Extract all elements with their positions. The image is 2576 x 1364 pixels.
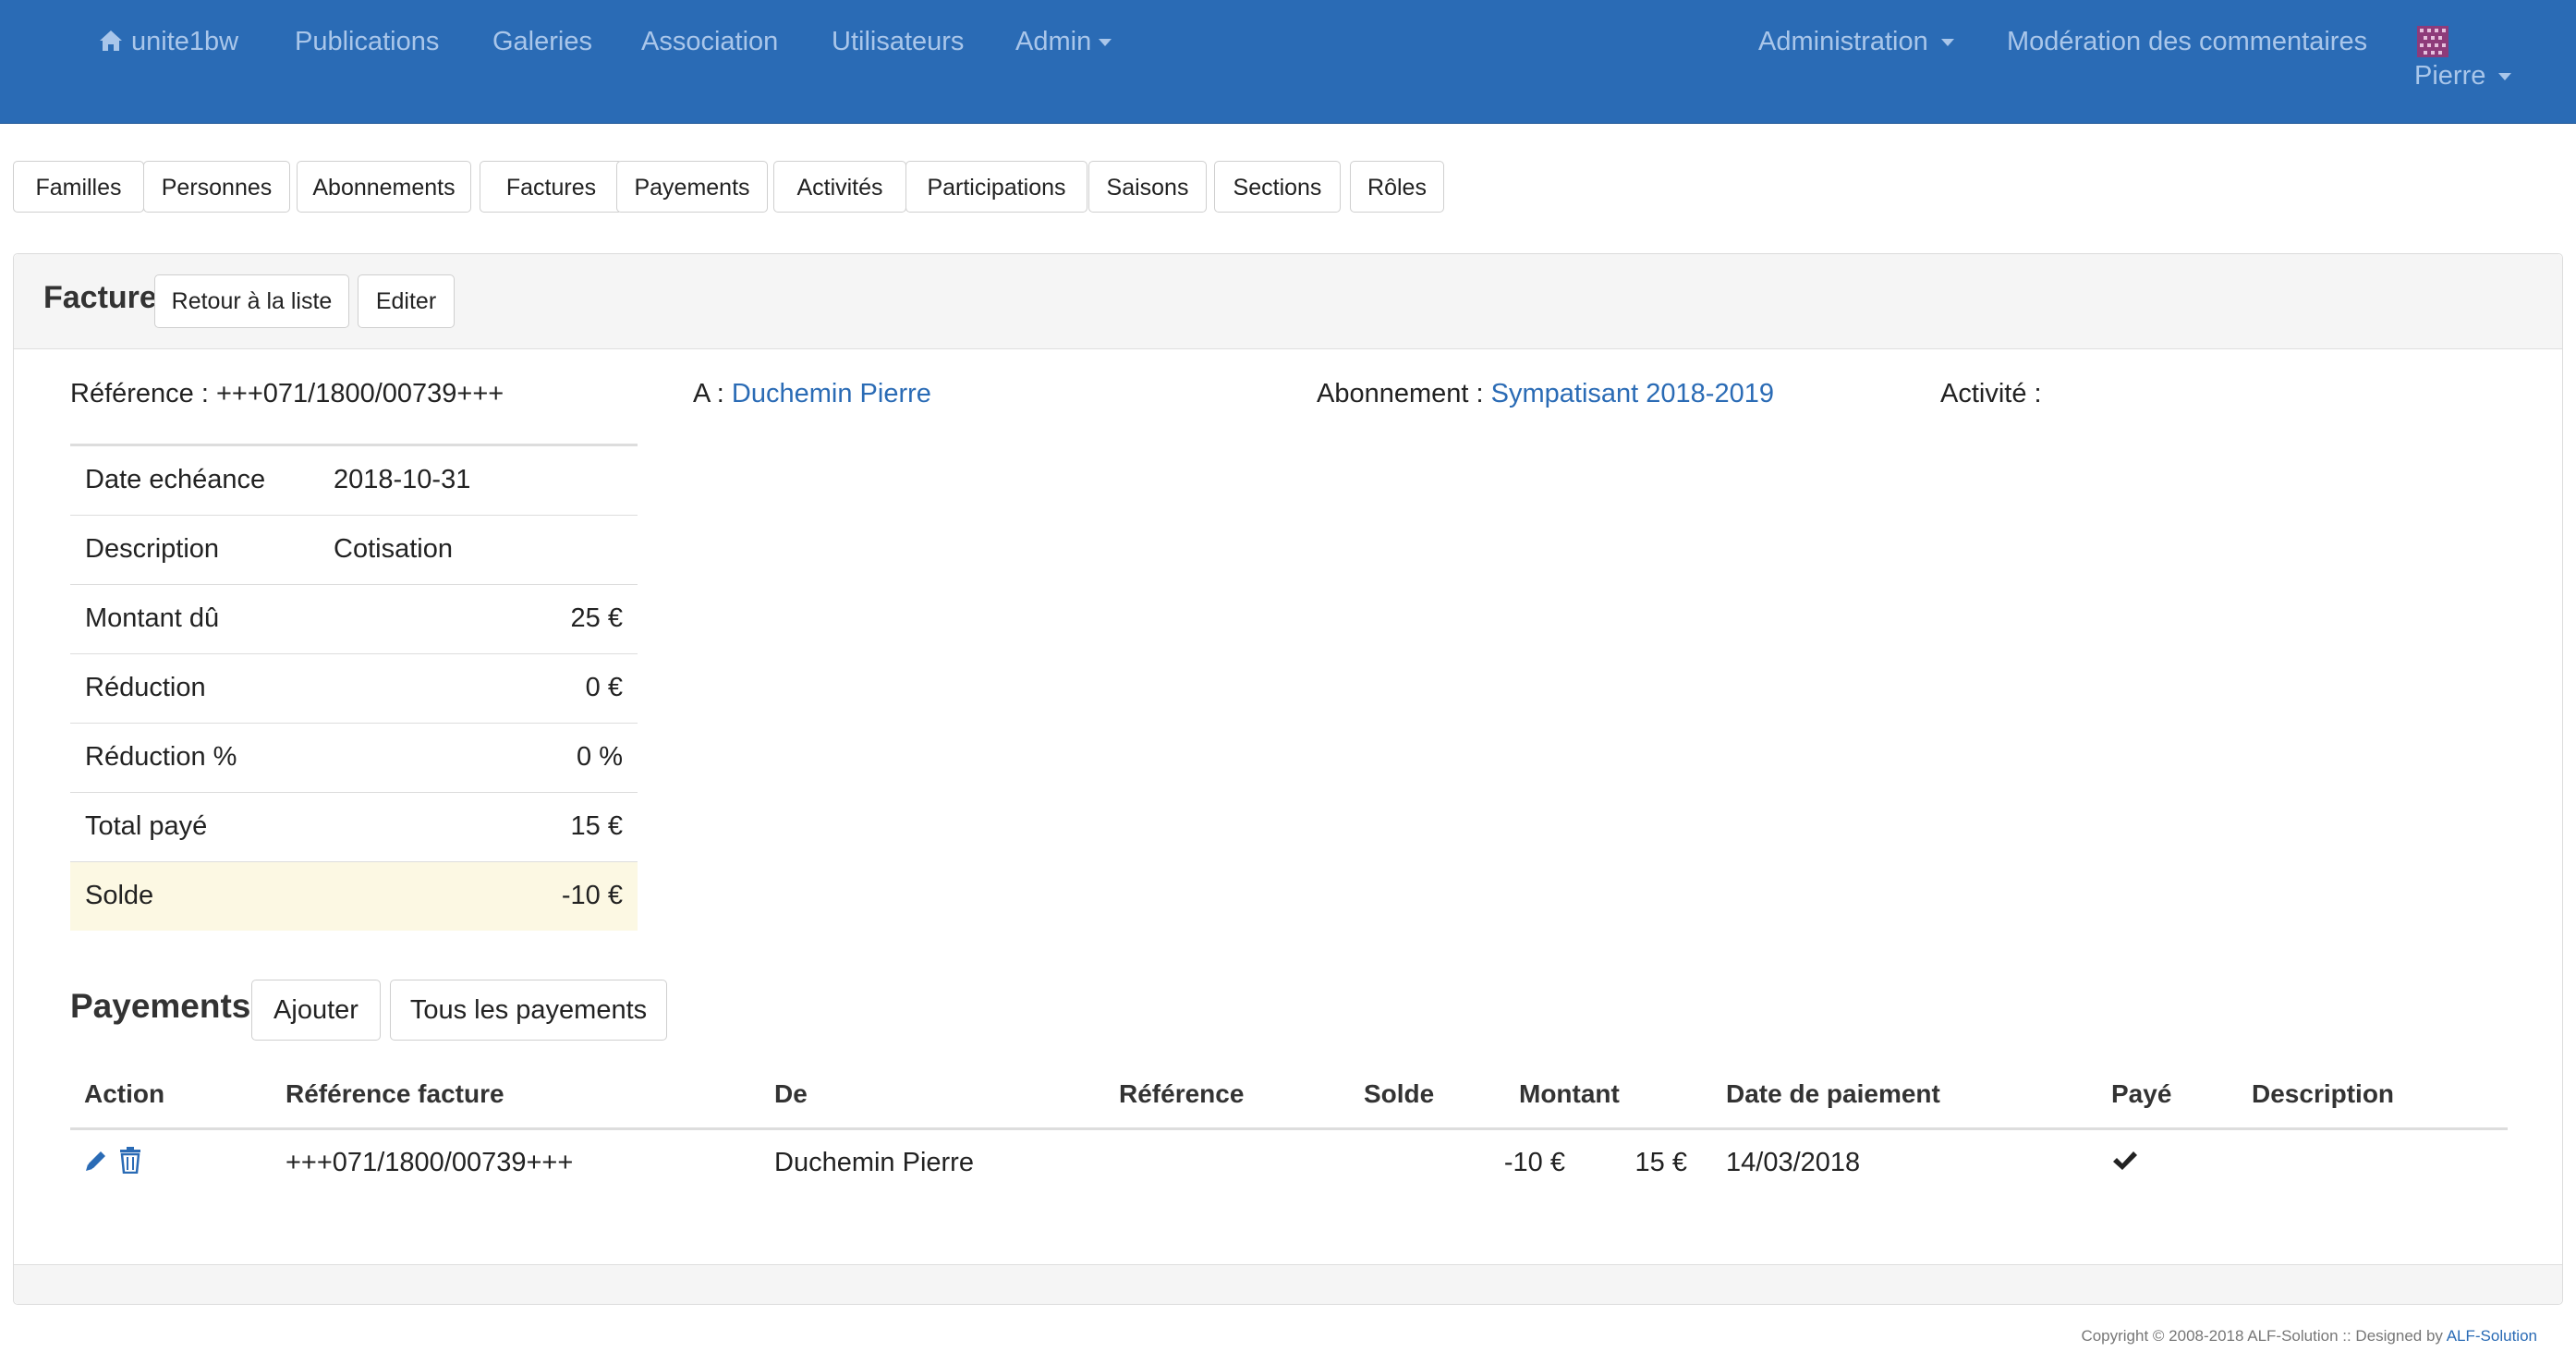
tab-activites[interactable]: Activités bbox=[773, 161, 906, 213]
subscription-link[interactable]: Sympatisant 2018-2019 bbox=[1491, 379, 1774, 408]
table-header-divider bbox=[70, 1127, 2508, 1130]
avatar-icon[interactable] bbox=[2417, 26, 2448, 57]
nav-item-admin[interactable]: Admin bbox=[1015, 26, 1112, 57]
panel-title: Facture bbox=[43, 280, 157, 315]
footer-text: Copyright © 2008-2018 ALF-Solution :: De… bbox=[2081, 1327, 2447, 1345]
detail-value: 0 € bbox=[585, 673, 623, 702]
detail-label: Réduction % bbox=[85, 742, 237, 772]
recipient-label: A : bbox=[693, 379, 724, 408]
tab-payements[interactable]: Payements bbox=[616, 161, 768, 213]
nav-item-moderation[interactable]: Modération des commentaires bbox=[2007, 26, 2367, 57]
table-row: Date echéance 2018-10-31 bbox=[70, 446, 638, 516]
column-header: Montant bbox=[1519, 1079, 1620, 1108]
caret-down-icon bbox=[1940, 39, 1954, 46]
page-footer: Copyright © 2008-2018 ALF-Solution :: De… bbox=[2081, 1327, 2537, 1346]
invoice-activity: Activité : bbox=[1940, 379, 2042, 408]
invoice-reference-link[interactable]: +++071/1800/00739+++ bbox=[286, 1148, 573, 1178]
all-payments-button[interactable]: Tous les payements bbox=[390, 980, 667, 1041]
check-icon bbox=[2113, 1151, 2137, 1170]
caret-down-icon bbox=[2498, 73, 2512, 80]
table-row: Réduction % 0 % bbox=[70, 724, 638, 793]
invoice-reference: Référence : +++071/1800/00739+++ bbox=[70, 379, 504, 408]
nav-item-publications[interactable]: Publications bbox=[295, 26, 439, 57]
trash-icon[interactable] bbox=[118, 1146, 142, 1174]
table-row: Description Cotisation bbox=[70, 516, 638, 585]
detail-value: 2018-10-31 bbox=[334, 465, 471, 494]
payment-balance: -10 € bbox=[1503, 1148, 1565, 1177]
panel-header: Facture Retour à la liste Editer bbox=[14, 254, 2562, 349]
nav-brand-link[interactable]: unite1bw bbox=[98, 26, 238, 57]
nav-item-galeries[interactable]: Galeries bbox=[492, 26, 592, 57]
invoice-details-table: Date echéance 2018-10-31 Description Cot… bbox=[70, 444, 638, 931]
edit-icon[interactable] bbox=[83, 1148, 109, 1174]
detail-value: 25 € bbox=[570, 603, 623, 633]
top-navbar: unite1bw Publications Galeries Associati… bbox=[0, 0, 2576, 124]
detail-value: -10 € bbox=[561, 881, 623, 910]
nav-item-utilisateurs[interactable]: Utilisateurs bbox=[832, 26, 964, 57]
detail-label: Solde bbox=[85, 881, 154, 910]
balance-row: Solde -10 € bbox=[70, 862, 638, 931]
column-header: De bbox=[774, 1079, 808, 1108]
subscription-label: Abonnement : bbox=[1317, 379, 1484, 408]
detail-label: Date echéance bbox=[85, 465, 266, 494]
invoice-recipient: A : Duchemin Pierre bbox=[693, 379, 931, 409]
payment-date: 14/03/2018 bbox=[1726, 1148, 1861, 1177]
tab-participations[interactable]: Participations bbox=[905, 161, 1088, 213]
tab-sections[interactable]: Sections bbox=[1214, 161, 1341, 213]
nav-administration-label: Administration bbox=[1758, 27, 1928, 56]
tab-personnes[interactable]: Personnes bbox=[143, 161, 290, 213]
tab-abonnements[interactable]: Abonnements bbox=[297, 161, 471, 213]
column-header: Payé bbox=[2111, 1079, 2172, 1108]
detail-label: Total payé bbox=[85, 811, 208, 841]
home-icon bbox=[100, 30, 122, 51]
detail-value: Cotisation bbox=[334, 534, 453, 564]
payer-link[interactable]: Duchemin Pierre bbox=[774, 1148, 974, 1178]
nav-item-association[interactable]: Association bbox=[641, 26, 778, 57]
payments-title: Payements bbox=[70, 987, 251, 1025]
panel-footer bbox=[14, 1264, 2562, 1304]
column-header: Référence facture bbox=[286, 1079, 504, 1108]
add-payment-button[interactable]: Ajouter bbox=[251, 980, 381, 1041]
detail-label: Montant dû bbox=[85, 603, 220, 633]
detail-value: 0 % bbox=[577, 742, 623, 772]
caret-down-icon bbox=[1099, 39, 1112, 46]
invoice-subscription: Abonnement : Sympatisant 2018-2019 bbox=[1317, 379, 1774, 409]
edit-button[interactable]: Editer bbox=[358, 274, 455, 328]
table-row: Montant dû 25 € bbox=[70, 585, 638, 654]
nav-admin-label: Admin bbox=[1015, 27, 1092, 56]
nav-brand-label: unite1bw bbox=[131, 27, 239, 56]
nav-item-administration[interactable]: Administration bbox=[1758, 26, 1954, 57]
user-name-label: Pierre bbox=[2414, 61, 2486, 91]
table-row: Réduction 0 € bbox=[70, 654, 638, 724]
tab-roles[interactable]: Rôles bbox=[1350, 161, 1444, 213]
detail-value: 15 € bbox=[570, 811, 623, 841]
tab-saisons[interactable]: Saisons bbox=[1088, 161, 1207, 213]
tab-factures[interactable]: Factures bbox=[480, 161, 623, 213]
column-header: Action bbox=[84, 1079, 165, 1108]
payment-amount: 15 € bbox=[1634, 1148, 1687, 1177]
tab-familles[interactable]: Familles bbox=[13, 161, 144, 213]
footer-link[interactable]: ALF-Solution bbox=[2447, 1327, 2537, 1345]
detail-label: Description bbox=[85, 534, 220, 564]
column-header: Date de paiement bbox=[1726, 1079, 1940, 1108]
back-to-list-button[interactable]: Retour à la liste bbox=[154, 274, 349, 328]
column-header: Solde bbox=[1364, 1079, 1435, 1108]
table-row: Total payé 15 € bbox=[70, 793, 638, 862]
user-menu[interactable]: Pierre bbox=[2414, 61, 2512, 91]
column-header: Description bbox=[2252, 1079, 2395, 1108]
detail-label: Réduction bbox=[85, 673, 206, 702]
recipient-link[interactable]: Duchemin Pierre bbox=[732, 379, 931, 408]
column-header: Référence bbox=[1119, 1079, 1245, 1108]
